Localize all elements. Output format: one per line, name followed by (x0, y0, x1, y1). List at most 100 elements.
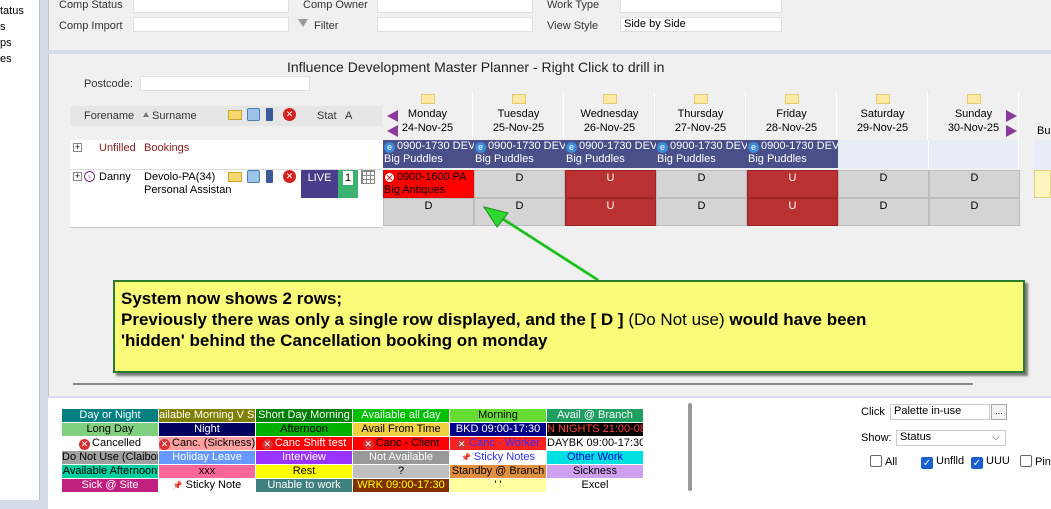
legend-item[interactable]: Available Afternoon (62, 465, 159, 479)
legend-item[interactable]: Standby @ Branch (450, 465, 547, 479)
phone-icon[interactable] (247, 108, 260, 121)
legend-item[interactable]: 📌 Sticky Note (159, 479, 256, 493)
status-badge[interactable]: LIVE (301, 170, 338, 198)
do-not-use-cell[interactable]: D (929, 170, 1020, 198)
legend-item[interactable]: Day or Night (62, 409, 159, 423)
next-week-arrow-icon[interactable] (1006, 110, 1017, 122)
legend-item[interactable]: DAYBK 09:00-17:30 (547, 437, 644, 451)
do-not-use-cell[interactable]: D (656, 198, 747, 226)
legend-item[interactable]: Morning (450, 409, 547, 423)
view-style-input[interactable]: Side by Side (620, 17, 782, 32)
unavailable-cell[interactable]: U (747, 170, 838, 198)
comp-status-input[interactable] (133, 0, 289, 13)
legend-item[interactable]: Available all day (353, 409, 450, 423)
booking-cell-friday[interactable]: e 0900-1730 DEV Big Puddles (747, 140, 838, 168)
legend-item[interactable]: Excel (547, 479, 644, 493)
legend-item[interactable]: ✕ Canc. (Sickness) (159, 437, 256, 451)
legend-item[interactable]: Short Day Morning (256, 409, 353, 423)
legend-item[interactable]: Sickness (547, 465, 644, 479)
unavailable-cell[interactable]: U (565, 170, 656, 198)
postcode-input[interactable] (140, 76, 310, 91)
do-not-use-cell[interactable]: D (474, 170, 565, 198)
empty-cell-sunday[interactable] (929, 140, 1019, 168)
all-checkbox[interactable]: All (870, 455, 897, 468)
legend-item[interactable]: ailable Morning V St (159, 409, 256, 423)
legend-item[interactable]: Long Day (62, 423, 159, 437)
calendar-icon[interactable] (361, 170, 375, 184)
expand-toggle[interactable]: + (73, 172, 82, 181)
forename-header[interactable]: Forename (84, 110, 134, 122)
mobile-icon[interactable] (266, 108, 273, 121)
comp-owner-input[interactable] (377, 0, 533, 13)
legend-item[interactable]: ✕ Canc - Client (353, 437, 450, 451)
uuu-checkbox[interactable]: ✓ UUU (971, 455, 1010, 469)
legend-item[interactable]: Afternoon (256, 423, 353, 437)
legend-item[interactable]: ✕ Canc Shift test (256, 437, 353, 451)
booking-cell-wednesday[interactable]: e 0900-1730 DEV Big Puddles (565, 140, 656, 168)
comp-import-input[interactable] (133, 17, 289, 32)
legend-item[interactable]: ? (353, 465, 450, 479)
legend-item[interactable]: Night (159, 423, 256, 437)
work-type-input[interactable] (620, 0, 782, 13)
mobile-icon[interactable] (266, 170, 273, 183)
prev-day-arrow-icon[interactable] (387, 125, 398, 137)
click-browse-button[interactable]: ... (991, 404, 1007, 420)
legend-item[interactable]: Avail @ Branch (547, 409, 644, 423)
booking-cell-thursday[interactable]: e 0900-1730 DEV Big Puddles (656, 140, 747, 168)
legend-item[interactable]: Rest (256, 465, 353, 479)
pin-checkbox[interactable]: Pin (1020, 455, 1051, 468)
legend-item[interactable]: Do Not Use (Claibon (62, 451, 159, 465)
next-day-arrow-icon[interactable] (1006, 125, 1017, 137)
cancel-icon[interactable]: ✕ (283, 170, 296, 183)
do-not-use-cell[interactable]: D (656, 170, 747, 198)
do-not-use-cell[interactable]: D (838, 198, 929, 226)
do-not-use-cell[interactable]: D (383, 198, 474, 226)
vertical-scrollbar[interactable] (688, 403, 692, 491)
day-header-friday[interactable]: Friday 28-Nov-25 (747, 92, 837, 140)
phone-icon[interactable] (247, 170, 260, 183)
stat-header[interactable]: Stat (317, 110, 337, 122)
horizontal-scrollbar[interactable] (73, 383, 973, 385)
chevron-down-icon[interactable]: ⌵ (992, 432, 1000, 443)
unflld-checkbox[interactable]: ✓ Unflld (921, 455, 964, 469)
email-icon[interactable] (228, 172, 242, 182)
legend-item[interactable]: ✕ Canc - Worker (450, 437, 547, 451)
legend-item[interactable]: WRK 09:00-17:30 (353, 479, 450, 493)
do-not-use-cell[interactable]: D (838, 170, 929, 198)
legend-item[interactable]: ' ' (450, 479, 547, 493)
booking-cell-monday[interactable]: e 0900-1730 DEV Big Puddles (383, 140, 474, 168)
do-not-use-cell[interactable]: D (929, 198, 1020, 226)
cancel-icon[interactable]: ✕ (283, 108, 296, 121)
day-header-wednesday[interactable]: Wednesday 26-Nov-25 (565, 92, 655, 140)
nav-item[interactable]: ps (0, 35, 39, 51)
email-icon[interactable] (228, 110, 242, 120)
day-header-saturday[interactable]: Saturday 29-Nov-25 (838, 92, 928, 140)
show-select[interactable]: Status (896, 430, 1006, 446)
legend-item[interactable]: BKD 09:00-17:30 (450, 423, 547, 437)
legend-item[interactable]: Unable to work (256, 479, 353, 493)
legend-item[interactable]: Sick @ Site (62, 479, 159, 493)
surname-header[interactable]: Surname (152, 110, 197, 122)
legend-item[interactable]: 📌 Sticky Notes (450, 451, 547, 465)
legend-item[interactable]: xxx (159, 465, 256, 479)
empty-cell-saturday[interactable] (838, 140, 929, 168)
day-header-tuesday[interactable]: Tuesday 25-Nov-25 (474, 92, 564, 140)
filter-input[interactable] (377, 17, 533, 32)
legend-item[interactable]: ✕ Cancelled (62, 437, 159, 451)
nav-item[interactable]: s (0, 19, 39, 35)
legend-item[interactable]: Holiday Leave (159, 451, 256, 465)
legend-item[interactable]: Interview (256, 451, 353, 465)
day-header-thursday[interactable]: Thursday 27-Nov-25 (656, 92, 746, 140)
legend-item[interactable]: Not Available (353, 451, 450, 465)
prev-week-arrow-icon[interactable] (387, 110, 398, 122)
booking-cell-tuesday[interactable]: e 0900-1730 DEV Big Puddles (474, 140, 565, 168)
cancellation-cell-monday[interactable]: ✕ 0900-1600 PA Big Antiques (383, 170, 474, 198)
legend-item[interactable]: N NIGHTS 21:00-08 (547, 423, 644, 437)
nav-item[interactable]: es (0, 51, 39, 67)
nav-item[interactable]: tatus (0, 3, 39, 19)
filter-icon[interactable] (298, 19, 308, 27)
drill-in-icon[interactable]: › (84, 171, 95, 182)
legend-item[interactable]: Avail From Time (353, 423, 450, 437)
expand-toggle[interactable]: + (73, 143, 82, 152)
a-value-badge[interactable]: 1 (338, 170, 358, 198)
